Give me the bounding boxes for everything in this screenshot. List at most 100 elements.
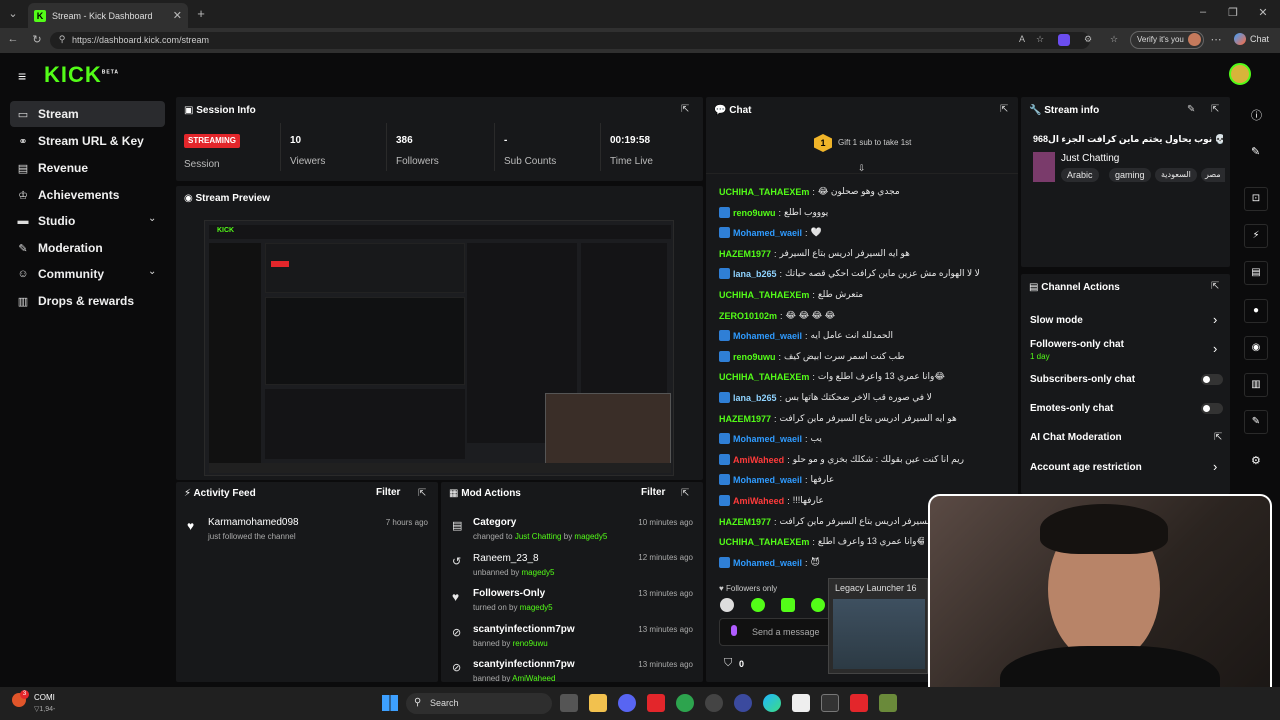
edit-icon[interactable]: ✎ — [1251, 145, 1260, 158]
browser-tab[interactable]: K Stream - Kick Dashboard ✕ — [28, 3, 188, 28]
extensions-icon[interactable]: ⚙ — [1082, 34, 1094, 45]
ai-moderation-label[interactable]: AI Chat Moderation — [1030, 432, 1122, 443]
popout-icon[interactable]: ⇱ — [681, 104, 689, 115]
sidebar-item-revenue[interactable]: ▤ Revenue — [10, 155, 165, 181]
document-icon[interactable]: ▤ — [1244, 261, 1268, 285]
broadcast-icon[interactable]: ◉ — [1244, 336, 1268, 360]
tab-list-icon[interactable]: ⌄ — [6, 7, 20, 20]
copilot-icon[interactable] — [1234, 33, 1246, 45]
read-aloud-icon[interactable]: A — [1016, 34, 1028, 44]
popout-icon[interactable]: ⇱ — [418, 488, 426, 499]
chat-username[interactable]: AmiWaheed — [733, 455, 784, 465]
chat-username[interactable]: ZERO10102m — [719, 311, 777, 321]
url-field[interactable]: https://dashboard.kick.com/stream — [50, 32, 1090, 49]
edge-icon[interactable] — [763, 694, 781, 712]
sidebar-item-studio[interactable]: ▬ Studio — [10, 208, 165, 234]
maximize-icon[interactable]: ❐ — [1226, 6, 1240, 19]
chevron-right-icon[interactable]: › — [1213, 312, 1217, 327]
chat-username[interactable]: lana_b265 — [733, 393, 777, 403]
edit-icon[interactable]: ✎ — [1187, 104, 1195, 115]
tag-chip[interactable]: Arabic — [1061, 168, 1099, 182]
tag-chip[interactable]: gaming — [1109, 168, 1151, 182]
mod-filter-button[interactable]: Filter — [641, 487, 665, 498]
chevron-down-icon[interactable]: ⌄ — [148, 213, 156, 224]
favorite-icon[interactable]: ☆ — [1034, 34, 1046, 45]
chat-username[interactable]: Mohamed_waeil — [733, 331, 802, 341]
kick-logo[interactable]: KICKBETA — [44, 62, 119, 88]
emote-icon[interactable] — [781, 598, 795, 612]
chat-username[interactable]: UCHIHA_TAHAEXEm — [719, 537, 809, 547]
chevron-right-icon[interactable]: › — [1213, 341, 1217, 356]
emotes-only-toggle[interactable] — [1201, 403, 1223, 414]
chat-username[interactable]: HAZEM1977 — [719, 249, 771, 259]
chat-bubble-icon[interactable]: ● — [1244, 299, 1268, 323]
chat-username[interactable]: HAZEM1977 — [719, 414, 771, 424]
chevron-down-icon[interactable]: ⌄ — [148, 266, 156, 277]
external-link-icon[interactable]: ⇱ — [1214, 432, 1222, 443]
slow-mode-label[interactable]: Slow mode — [1030, 315, 1083, 326]
chat-username[interactable]: Mohamed_waeil — [733, 228, 802, 238]
emote-icon[interactable] — [751, 598, 765, 612]
camera-icon[interactable]: ⊡ — [1244, 187, 1268, 211]
chevron-right-icon[interactable]: › — [1213, 459, 1217, 474]
popout-icon[interactable]: ⇱ — [681, 488, 689, 499]
popout-icon[interactable]: ⇱ — [1000, 104, 1008, 115]
app-icon[interactable] — [850, 694, 868, 712]
popout-icon[interactable]: ⇱ — [1211, 281, 1219, 292]
back-icon[interactable]: ← — [6, 33, 20, 45]
popout-icon[interactable]: ⇱ — [1211, 104, 1219, 115]
windows-start-icon[interactable] — [382, 695, 398, 711]
terminal-icon[interactable] — [821, 694, 839, 712]
sidebar-item-community[interactable]: ☺ Community — [10, 261, 165, 287]
activity-filter-button[interactable]: Filter — [376, 487, 400, 498]
app-icon[interactable] — [647, 694, 665, 712]
discord-icon[interactable] — [618, 694, 636, 712]
weather-label[interactable]: COMI — [34, 693, 55, 702]
settings-icon[interactable]: ⚙ — [1251, 454, 1261, 467]
app-icon[interactable] — [734, 694, 752, 712]
github-icon[interactable] — [705, 694, 723, 712]
chat-username[interactable]: HAZEM1977 — [719, 517, 771, 527]
legacy-launcher-preview[interactable]: Legacy Launcher 16 — [828, 578, 928, 674]
favorites-bar-icon[interactable]: ☆ — [1108, 34, 1120, 45]
close-tab-icon[interactable]: ✕ — [173, 9, 182, 22]
emote-icon[interactable] — [811, 598, 825, 612]
extension-icon[interactable] — [1058, 34, 1070, 46]
sidebar-item-drops[interactable]: ▥ Drops & rewards — [10, 288, 165, 314]
chat-username[interactable]: UCHIHA_TAHAEXEm — [719, 372, 809, 382]
category-name[interactable]: Just Chatting — [1061, 153, 1119, 164]
subscribers-only-toggle[interactable] — [1201, 374, 1223, 385]
chat-username[interactable]: Mohamed_waeil — [733, 475, 802, 485]
file-explorer-icon[interactable] — [589, 694, 607, 712]
tag-chip[interactable]: السعودية — [1155, 168, 1197, 182]
user-avatar[interactable] — [1229, 63, 1251, 85]
sidebar-item-stream-url[interactable]: ⚭ Stream URL & Key — [10, 128, 165, 154]
minecraft-icon[interactable] — [879, 694, 897, 712]
chat-username[interactable]: lana_b265 — [733, 269, 777, 279]
taskbar-search[interactable]: Search — [406, 693, 552, 714]
menu-icon[interactable]: ≡ — [18, 68, 32, 84]
info-icon[interactable]: ⓘ — [1251, 107, 1262, 123]
mic-icon[interactable] — [731, 625, 737, 636]
close-window-icon[interactable]: ✕ — [1256, 6, 1270, 19]
tag-chip[interactable]: مصر — [1201, 168, 1225, 182]
sidebar-item-achievements[interactable]: ♔ Achievements — [10, 182, 165, 208]
activity-user[interactable]: Karmamohamed098 — [208, 517, 299, 528]
refresh-icon[interactable]: ↻ — [30, 33, 44, 46]
chat-username[interactable]: UCHIHA_TAHAEXEm — [719, 187, 809, 197]
followers-only-label[interactable]: Followers-only chat — [1030, 339, 1124, 350]
preview-video[interactable]: KICK — [204, 220, 674, 476]
more-icon[interactable]: ⋯ — [1210, 33, 1222, 46]
task-view-icon[interactable] — [560, 694, 578, 712]
chat-username[interactable]: Mohamed_waeil — [733, 434, 802, 444]
minimize-icon[interactable]: – — [1196, 6, 1210, 18]
capcut-icon[interactable] — [792, 694, 810, 712]
gift-text[interactable]: Gift 1 sub to take 1st — [838, 138, 911, 147]
chat-username[interactable]: reno9uwu — [733, 352, 776, 362]
chat-username[interactable]: UCHIHA_TAHAEXEm — [719, 290, 809, 300]
emote-icon[interactable] — [720, 598, 734, 612]
xbox-icon[interactable] — [676, 694, 694, 712]
wrench-icon[interactable]: ✎ — [1244, 410, 1268, 434]
chat-username[interactable]: AmiWaheed — [733, 496, 784, 506]
sidebar-item-stream[interactable]: ▭ Stream — [10, 101, 165, 127]
